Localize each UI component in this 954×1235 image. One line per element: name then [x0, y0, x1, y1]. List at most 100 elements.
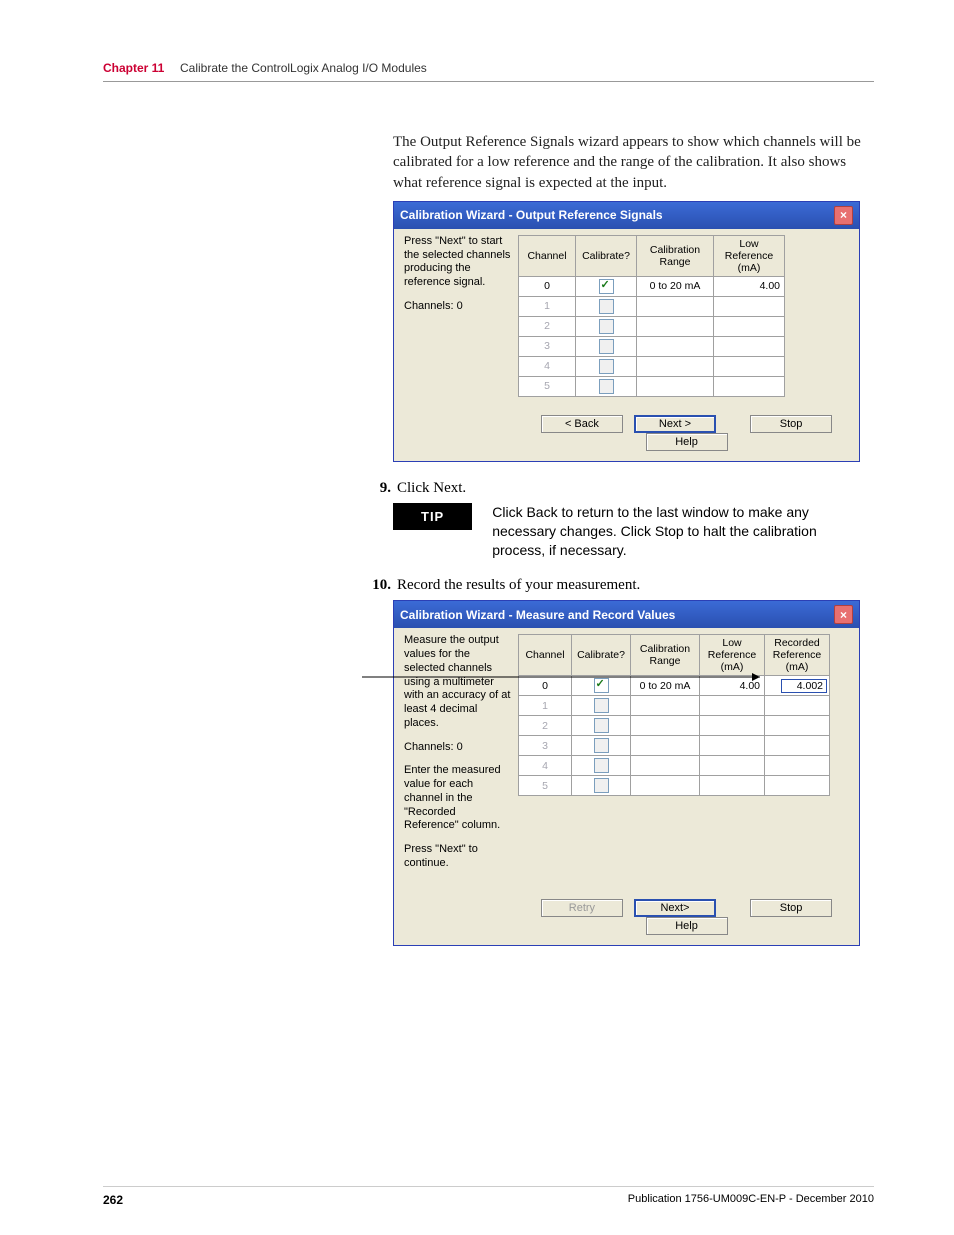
table-row: 00 to 20 mA4.00 [519, 276, 785, 296]
checkbox[interactable] [599, 279, 614, 294]
cell-lowref [714, 376, 785, 396]
next-button[interactable]: Next > [634, 415, 716, 433]
cell-channel: 2 [519, 716, 572, 736]
retry-button[interactable]: Retry [541, 899, 623, 917]
cell-lowref [700, 716, 765, 736]
table-row: 5 [519, 376, 785, 396]
help-button[interactable]: Help [646, 433, 728, 451]
col-calibrate: Calibrate? [576, 235, 637, 276]
dialog1-table: Channel Calibrate? Calibration Range Low… [518, 235, 785, 397]
checkbox[interactable] [594, 698, 609, 713]
cell-channel: 4 [519, 756, 572, 776]
cell-calibrate[interactable] [572, 736, 631, 756]
dialog2-instruction3: Press "Next" to continue. [404, 843, 512, 871]
stop-button[interactable]: Stop [750, 415, 832, 433]
cell-lowref [714, 316, 785, 336]
cell-range [631, 776, 700, 796]
back-button[interactable]: < Back [541, 415, 623, 433]
cell-recref[interactable] [765, 756, 830, 776]
cell-calibrate[interactable] [576, 316, 637, 336]
cell-channel: 2 [519, 316, 576, 336]
table-row: 4 [519, 756, 830, 776]
cell-lowref [714, 336, 785, 356]
cell-calibrate[interactable] [576, 276, 637, 296]
cell-calibrate[interactable] [576, 296, 637, 316]
cell-range [631, 736, 700, 756]
cell-channel: 3 [519, 736, 572, 756]
page-footer: 262 Publication 1756-UM009C-EN-P - Decem… [103, 1186, 874, 1207]
table-row: 1 [519, 296, 785, 316]
table-row: 3 [519, 336, 785, 356]
col-channel: Channel [519, 235, 576, 276]
cell-lowref: 4.00 [700, 676, 765, 696]
cell-calibrate[interactable] [576, 356, 637, 376]
cell-lowref [714, 296, 785, 316]
step9-number: 9. [363, 480, 391, 497]
step10-number: 10. [363, 577, 391, 594]
table-row: 1 [519, 696, 830, 716]
checkbox[interactable] [599, 359, 614, 374]
col-recref: Recorded Reference (mA) [765, 635, 830, 676]
chapter-label: Chapter 11 [103, 61, 164, 75]
col-lowref: Low Reference (mA) [700, 635, 765, 676]
cell-range [631, 756, 700, 776]
recorded-reference-input[interactable]: 4.002 [781, 679, 827, 693]
cell-calibrate[interactable] [572, 716, 631, 736]
stop-button[interactable]: Stop [750, 899, 832, 917]
close-icon[interactable]: × [834, 605, 853, 624]
page-number: 262 [103, 1193, 123, 1207]
cell-recref[interactable]: 4.002 [765, 676, 830, 696]
cell-channel: 4 [519, 356, 576, 376]
cell-range [637, 336, 714, 356]
help-button[interactable]: Help [646, 917, 728, 935]
checkbox[interactable] [599, 299, 614, 314]
dialog2-channels: Channels: 0 [404, 741, 512, 755]
publication-id: Publication 1756-UM009C-EN-P - December … [628, 1193, 874, 1207]
col-lowref: Low Reference (mA) [714, 235, 785, 276]
checkbox[interactable] [594, 778, 609, 793]
cell-calibrate[interactable] [572, 756, 631, 776]
dialog1-channels: Channels: 0 [404, 300, 512, 314]
cell-range [637, 316, 714, 336]
tip-badge: TIP [393, 503, 472, 530]
cell-lowref [700, 756, 765, 776]
cell-lowref [714, 356, 785, 376]
checkbox[interactable] [599, 339, 614, 354]
dialog2-instruction1: Measure the output values for the select… [404, 634, 512, 730]
step10-text: Record the results of your measurement. [397, 577, 640, 594]
checkbox[interactable] [594, 738, 609, 753]
cell-recref[interactable] [765, 736, 830, 756]
cell-range [631, 716, 700, 736]
dialog1-instruction: Press "Next" to start the selected chann… [404, 235, 512, 290]
checkbox[interactable] [594, 758, 609, 773]
cell-calibrate[interactable] [572, 676, 631, 696]
cell-range [637, 376, 714, 396]
checkbox[interactable] [599, 379, 614, 394]
cell-recref[interactable] [765, 716, 830, 736]
cell-calibrate[interactable] [572, 696, 631, 716]
cell-calibrate[interactable] [572, 776, 631, 796]
next-button[interactable]: Next> [634, 899, 716, 917]
cell-range: 0 to 20 mA [637, 276, 714, 296]
cell-channel: 5 [519, 776, 572, 796]
dialog2-title: Calibration Wizard - Measure and Record … [400, 608, 675, 622]
cell-calibrate[interactable] [576, 336, 637, 356]
dialog2-table: Channel Calibrate? Calibration Range Low… [518, 634, 830, 796]
dialog2-instruction2: Enter the measured value for each channe… [404, 764, 512, 833]
table-row: 5 [519, 776, 830, 796]
col-range: Calibration Range [631, 635, 700, 676]
checkbox[interactable] [599, 319, 614, 334]
cell-calibrate[interactable] [576, 376, 637, 396]
cell-range [637, 356, 714, 376]
cell-channel: 3 [519, 336, 576, 356]
cell-recref[interactable] [765, 696, 830, 716]
cell-range [637, 296, 714, 316]
checkbox[interactable] [594, 718, 609, 733]
checkbox[interactable] [594, 678, 609, 693]
cell-recref[interactable] [765, 776, 830, 796]
col-calibrate: Calibrate? [572, 635, 631, 676]
dialog-output-reference: Calibration Wizard - Output Reference Si… [393, 201, 860, 462]
cell-range: 0 to 20 mA [631, 676, 700, 696]
cell-channel: 5 [519, 376, 576, 396]
close-icon[interactable]: × [834, 206, 853, 225]
